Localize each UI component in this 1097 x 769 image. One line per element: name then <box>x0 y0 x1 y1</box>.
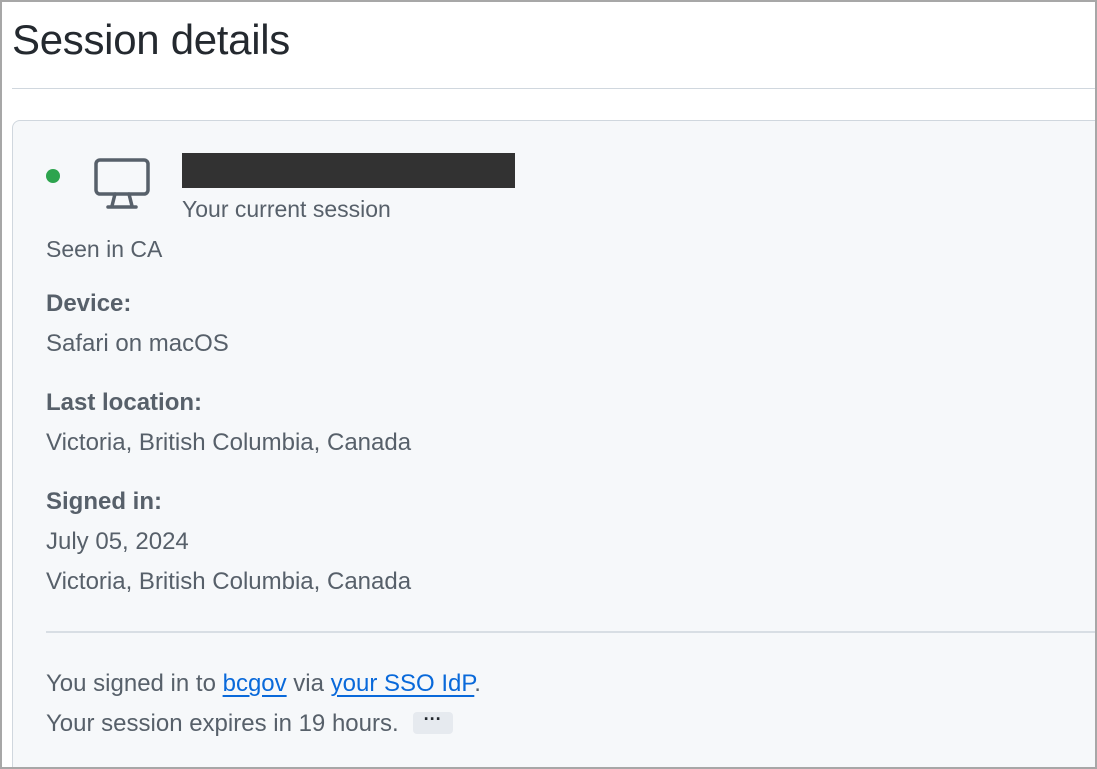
period-text: . <box>474 670 481 697</box>
via-text: via <box>286 670 331 697</box>
redacted-session-name <box>182 153 515 188</box>
signed-in-prefix: You signed in to <box>46 670 223 697</box>
title-divider <box>12 88 1095 89</box>
signed-in-label: Signed in: <box>46 488 162 515</box>
sso-idp-link[interactable]: your SSO IdP <box>331 670 475 697</box>
last-location-value: Victoria, British Columbia, Canada <box>46 429 412 456</box>
session-card: Your current session Seen in CA Device: … <box>12 120 1095 767</box>
last-location-label: Last location: <box>46 389 203 416</box>
device-label: Device: <box>46 290 132 317</box>
current-session-label: Your current session <box>182 196 391 222</box>
signed-in-to-text: You signed in to bcgov via your SSO IdP. <box>46 670 481 698</box>
session-expiry-text: Your session expires in 19 hours. ··· <box>46 710 453 738</box>
desktop-computer-icon <box>94 158 150 209</box>
active-status-dot <box>46 169 60 183</box>
card-divider <box>46 631 1095 633</box>
signed-in-location: Victoria, British Columbia, Canada <box>46 568 412 595</box>
signed-in-date: July 05, 2024 <box>46 528 189 555</box>
expand-more-button[interactable]: ··· <box>412 710 453 734</box>
expires-label: Your session expires in 19 hours. <box>46 710 399 737</box>
page-title: Session details <box>12 16 290 63</box>
seen-in-location: Seen in CA <box>46 236 163 262</box>
org-link-bcgov[interactable]: bcgov <box>223 670 287 697</box>
session-details-window: Session details Your current session See… <box>0 0 1097 769</box>
device-value: Safari on macOS <box>46 330 229 357</box>
